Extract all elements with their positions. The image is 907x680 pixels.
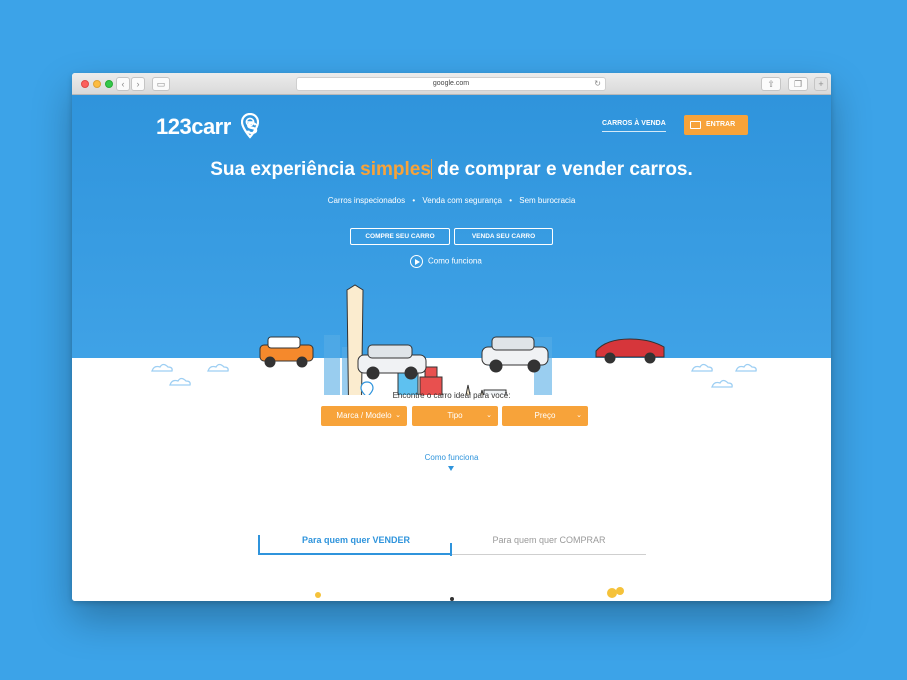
price-label: Preço bbox=[534, 411, 556, 420]
tab-indicator bbox=[450, 543, 452, 556]
price-dropdown[interactable]: Preço ⌄ bbox=[502, 406, 588, 426]
garage-icon bbox=[690, 121, 701, 129]
feature-separator: • bbox=[509, 196, 513, 205]
logo-pin-icon bbox=[241, 113, 259, 139]
url-text: google.com bbox=[432, 80, 470, 87]
new-tab-icon[interactable]: + bbox=[814, 77, 828, 91]
nav-cars-for-sale[interactable]: CARROS À VENDA bbox=[602, 120, 666, 132]
feature-no-bureaucracy: Sem burocracia bbox=[519, 196, 576, 205]
back-button[interactable]: ‹ bbox=[116, 77, 130, 91]
feature-separator: • bbox=[412, 196, 416, 205]
finder-label: Encontre o carro ideal para você: bbox=[392, 391, 511, 400]
type-label: Tipo bbox=[447, 411, 463, 420]
illustration-peek bbox=[315, 587, 624, 601]
tab-sell[interactable]: Para quem quer VENDER bbox=[258, 535, 452, 555]
tab-buy[interactable]: Para quem quer COMPRAR bbox=[452, 535, 646, 555]
how-it-works-video-link[interactable]: Como funciona bbox=[410, 255, 482, 268]
cars-illustration bbox=[259, 336, 665, 380]
sidebar-toggle-icon[interactable]: ▭ bbox=[152, 77, 170, 91]
headline-after: de comprar e vender carros. bbox=[431, 159, 693, 180]
minimize-window-button[interactable] bbox=[93, 80, 101, 88]
arrow-down-icon[interactable] bbox=[448, 466, 454, 471]
logo-text: 123carr bbox=[156, 114, 231, 139]
share-icon[interactable]: ⇧ bbox=[761, 77, 781, 91]
how-it-works-label: Como funciona bbox=[428, 256, 482, 266]
close-window-button[interactable] bbox=[81, 80, 89, 88]
reload-icon[interactable]: ↻ bbox=[594, 78, 601, 90]
chevron-down-icon: ⌄ bbox=[395, 412, 401, 419]
feature-inspected: Carros inspecionados bbox=[327, 196, 406, 205]
tabs-overview-icon[interactable]: ❐ bbox=[788, 77, 808, 91]
brand-model-dropdown[interactable]: Marca / Modelo ⌄ bbox=[321, 406, 407, 426]
headline-accent: simples bbox=[360, 159, 431, 180]
play-icon bbox=[410, 255, 423, 268]
hero-headline: Sua experiência simples de comprar e ven… bbox=[72, 159, 831, 181]
sell-car-button[interactable]: VENDA SEU CARRO bbox=[454, 228, 553, 245]
brand-model-label: Marca / Modelo bbox=[336, 411, 392, 420]
browser-window: ‹ › ▭ google.com ↻ ⇧ ❐ + 123carr s CARROS… bbox=[72, 73, 831, 601]
buy-car-button[interactable]: COMPRE SEU CARRO bbox=[350, 228, 450, 245]
chevron-down-icon: ⌄ bbox=[486, 412, 492, 419]
login-button[interactable]: ENTRAR bbox=[684, 115, 748, 135]
browser-toolbar: ‹ › ▭ google.com ↻ ⇧ ❐ + bbox=[72, 73, 831, 95]
hero-features: Carros inspecionados • Venda com seguran… bbox=[72, 196, 831, 205]
feature-secure: Venda com segurança bbox=[422, 196, 502, 205]
login-label: ENTRAR bbox=[706, 121, 736, 128]
chevron-down-icon: ⌄ bbox=[576, 412, 582, 419]
headline-before: Sua experiência bbox=[210, 159, 361, 180]
zoom-window-button[interactable] bbox=[105, 80, 113, 88]
forward-button[interactable]: › bbox=[131, 77, 145, 91]
type-dropdown[interactable]: Tipo ⌄ bbox=[412, 406, 498, 426]
website: 123carr s CARROS À VENDA ENTRAR Sua exper… bbox=[72, 95, 831, 601]
address-bar[interactable]: google.com ↻ bbox=[296, 77, 606, 91]
how-it-works-link[interactable]: Como funciona bbox=[72, 453, 831, 462]
